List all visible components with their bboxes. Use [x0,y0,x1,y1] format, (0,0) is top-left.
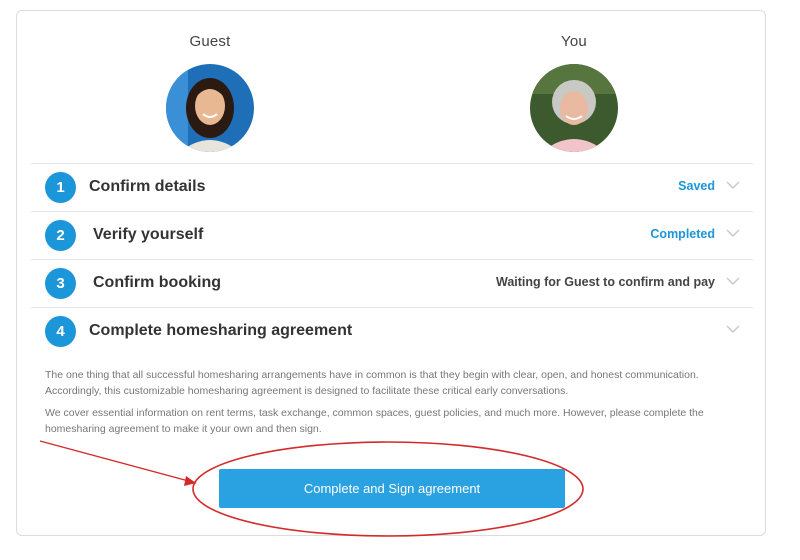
step-homesharing-agreement[interactable]: 4 Complete homesharing agreement [31,307,753,355]
guest-avatar [166,64,254,152]
step-title: Complete homesharing agreement [89,322,353,339]
step-number-badge: 1 [45,172,76,203]
step-confirm-booking[interactable]: 3 Confirm booking Waiting for Guest to c… [31,259,753,307]
chevron-down-icon[interactable] [725,225,741,241]
step-status: Completed [650,227,715,241]
chevron-down-icon[interactable] [725,273,741,289]
booking-card: Guest You 1 Confirm details Saved 2 Veri… [16,10,766,536]
user-avatar [530,64,618,152]
step-title: Confirm booking [93,274,221,291]
you-column: You [494,33,654,152]
step-confirm-details[interactable]: 1 Confirm details Saved [31,163,753,211]
step-title: Confirm details [89,178,206,195]
chevron-down-icon[interactable] [725,321,741,337]
guest-label: Guest [189,33,231,50]
step-status: Waiting for Guest to confirm and pay [496,275,715,289]
agreement-instructions-text: We cover essential information on rent t… [45,407,704,435]
chevron-down-icon[interactable] [725,177,741,193]
you-label: You [561,33,587,50]
step-number-badge: 3 [45,268,76,299]
steps-list: 1 Confirm details Saved 2 Verify yoursel… [31,163,753,355]
step-verify-yourself[interactable]: 2 Verify yourself Completed [31,211,753,259]
step-number-badge: 4 [45,316,76,347]
step-status: Saved [678,179,715,193]
step-number-badge: 2 [45,220,76,251]
agreement-intro-text: The one thing that all successful homesh… [45,369,699,397]
complete-and-sign-button[interactable]: Complete and Sign agreement [219,469,565,508]
step-title: Verify yourself [93,226,204,243]
guest-column: Guest [130,33,290,152]
